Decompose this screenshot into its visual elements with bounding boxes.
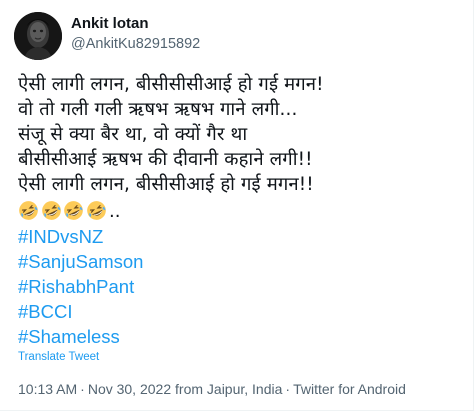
tweet-text-line-5: ऐसी लागी लगन, बीसीसीआई हो गई मगन!! (18, 174, 314, 195)
meta-separator: · (285, 381, 291, 397)
rolling-laughing-emoji-icon (64, 200, 83, 220)
hashtag-indvsnz[interactable]: #INDvsNZ (18, 224, 468, 249)
tweet-timestamp-time[interactable]: 10:13 AM (18, 381, 77, 397)
hashtag-bcci[interactable]: #BCCI (18, 299, 468, 324)
tweet-text-line-1: ऐसी लागी लगन, बीसीसीसीआई हो गई मगन! (18, 74, 324, 95)
tweet-metadata: 10:13 AM · Nov 30, 2022 from Jaipur, India… (18, 381, 406, 397)
hashtag-list: #INDvsNZ #SanjuSamson #RishabhPant #BCCI… (18, 224, 468, 349)
tweet-source[interactable]: Twitter for Android (293, 381, 406, 397)
rolling-laughing-emoji-icon (86, 200, 106, 220)
tweet-location[interactable]: Jaipur, India (207, 381, 283, 397)
emoji-row: .. (18, 197, 468, 223)
location-prefix: from (175, 381, 204, 397)
profile-photo-icon (14, 12, 62, 60)
rolling-laughing-emoji-icon (41, 200, 61, 220)
tweet-text-line-3: संजू से क्या बैर था, वो क्यों गैर था (18, 124, 248, 145)
hashtag-sanjusamson[interactable]: #SanjuSamson (18, 249, 468, 274)
hashtag-shameless[interactable]: #Shameless (18, 324, 468, 349)
tweet-card: Ankit lotan @AnkitKu82915892 ऐसी लागी लग… (0, 0, 474, 411)
translate-tweet-link[interactable]: Translate Tweet (18, 351, 99, 363)
emoji-suffix: .. (109, 201, 121, 222)
author-avatar[interactable] (14, 12, 62, 60)
tweet-text: ऐसी लागी लगन, बीसीसीसीआई हो गई मगन! वो त… (18, 72, 468, 349)
tweet-text-line-4: बीसीसीआई ऋषभ की दीवानी कहाने लगी!! (18, 149, 313, 170)
tweet-text-line-2: वो तो गली गली ऋषभ ऋषभ गाने लगी... (18, 99, 298, 120)
author-display-name[interactable]: Ankit lotan (71, 15, 149, 32)
meta-separator: · (80, 381, 85, 397)
hashtag-rishabhpant[interactable]: #RishabhPant (18, 274, 468, 299)
rolling-laughing-emoji-icon (19, 200, 38, 220)
author-handle[interactable]: @AnkitKu82915892 (71, 36, 200, 52)
tweet-timestamp-date[interactable]: Nov 30, 2022 (88, 381, 171, 397)
